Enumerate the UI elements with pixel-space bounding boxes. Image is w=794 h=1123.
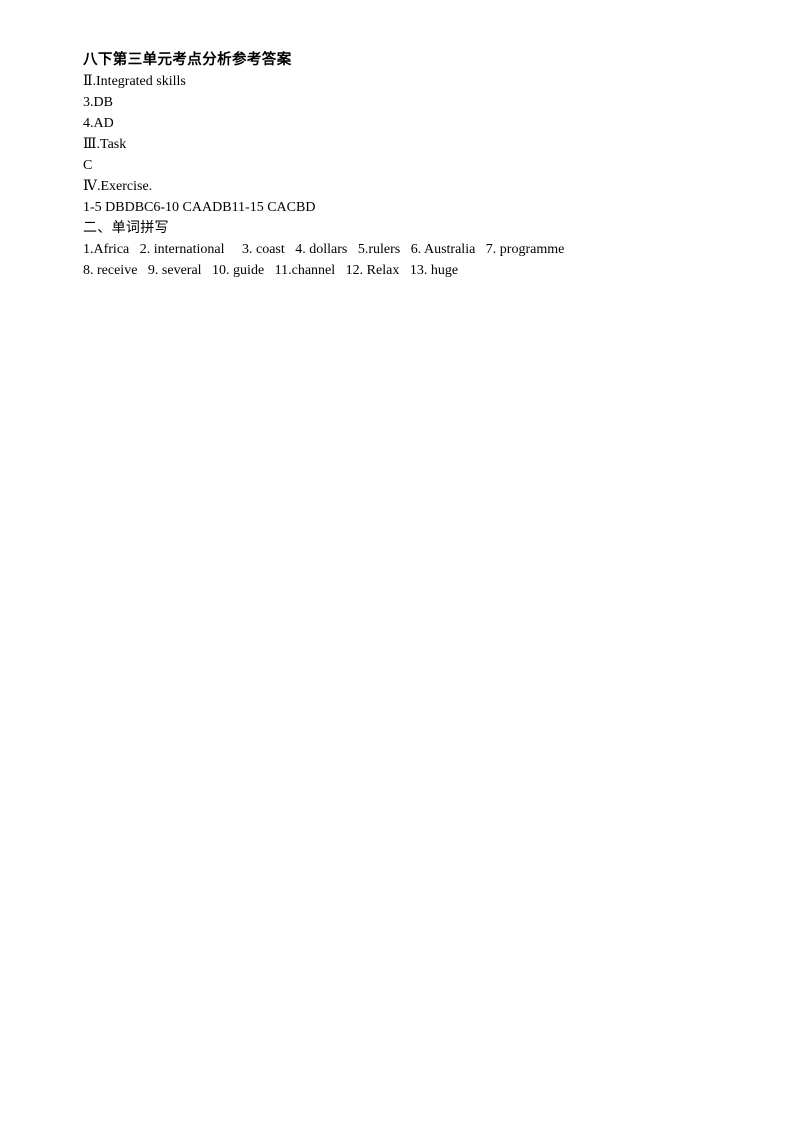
answer-line-4: 4.AD [83,116,114,131]
answer-line-exercise-multiple-choice: 1-5 DBDBC6-10 CAADB11-15 CACBD [83,200,316,215]
section-heading-integrated-skills: Ⅱ.Integrated skills [83,74,186,89]
answer-line-3: 3.DB [83,95,113,110]
word-spelling-line-2: 8. receive 9. several 10. guide 11.chann… [83,263,459,278]
section-heading-word-spelling: 二、单词拼写 [83,220,169,236]
document-page: 八下第三单元考点分析参考答案 Ⅱ.Integrated skills 3.DB … [0,0,794,1123]
section-heading-task: Ⅲ.Task [83,137,127,152]
section-heading-exercise: Ⅳ.Exercise. [83,179,153,194]
document-body: 八下第三单元考点分析参考答案 Ⅱ.Integrated skills 3.DB … [83,50,723,281]
page-title: 八下第三单元考点分析参考答案 [83,52,292,68]
answer-line-task: C [83,158,93,173]
word-spelling-line-1: 1.Africa 2. international 3. coast 4. do… [83,242,565,257]
